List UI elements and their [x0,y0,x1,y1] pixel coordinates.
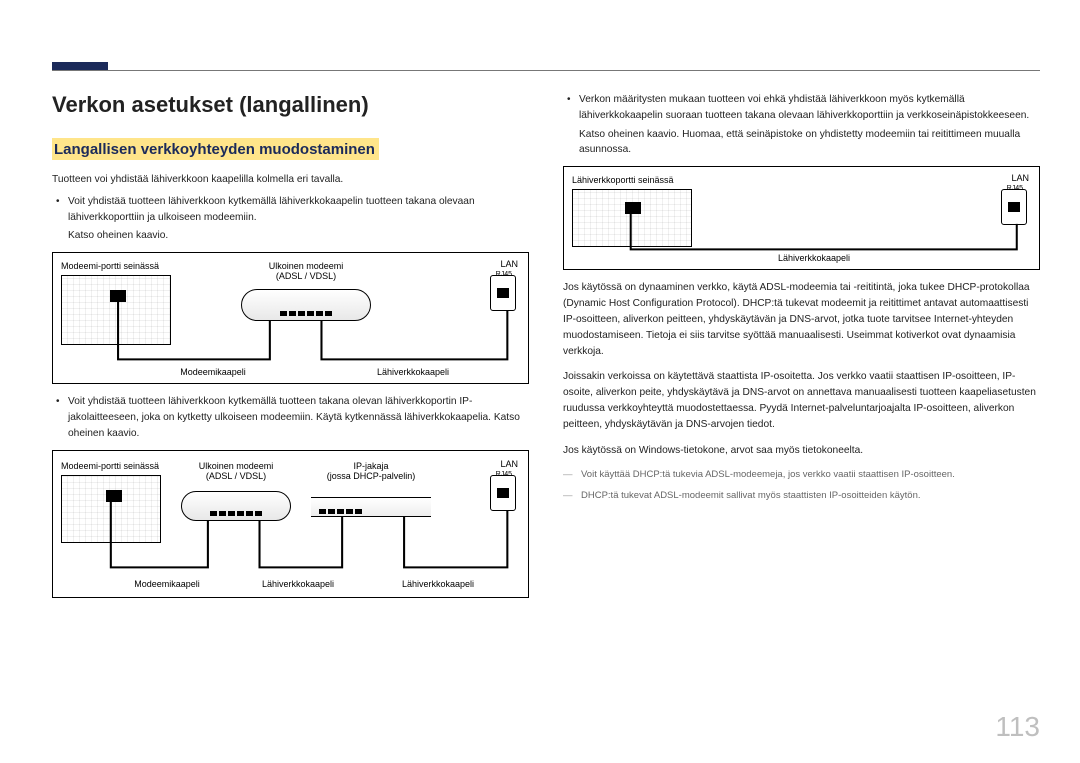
bullet-list-right: Verkon määritysten mukaan tuotteen voi e… [563,92,1040,158]
lan-label: LAN [500,259,518,269]
content-area: Verkon asetukset (langallinen) Langallis… [52,92,1040,608]
bullet-list-left-1: Voit yhdistää tuotteen lähiverkkoon kytk… [52,194,529,244]
modem-label-bottom: (ADSL / VDSL) [206,471,266,481]
router-icon [311,497,431,517]
cable-label-1: Modeemikaapeli [163,367,263,377]
modem-ports-icon [280,311,332,316]
body-paragraph: Jos käytössä on Windows-tietokone, arvot… [563,443,1040,459]
rj45-label: RJ45 [496,271,512,278]
router-label: IP-jakaja (jossa DHCP-palvelin) [311,461,431,481]
wall-label: Modeemi-portti seinässä [61,261,159,271]
intro-text: Tuotteen voi yhdistää lähiverkkoon kaape… [52,172,529,188]
diagram-1: Modeemi-portti seinässä Ulkoinen modeemi… [52,252,529,384]
modem-label: Ulkoinen modeemi (ADSL / VDSL) [181,461,291,481]
router-label-top: IP-jakaja [353,461,388,471]
list-item: Voit yhdistää tuotteen lähiverkkoon kytk… [68,394,529,441]
modem-icon [241,289,371,321]
lan-jack-icon [490,275,516,311]
rj45-label: RJ45 [496,471,512,478]
dash-notes: Voit käyttää DHCP:tä tukevia ADSL-modeem… [563,468,1040,503]
rj45-plug-icon [497,488,509,498]
wall-port-icon [625,202,641,214]
bullet-subtext: Katso oheinen kaavio. [68,228,529,244]
body-paragraph: Jos käytössä on dynaaminen verkko, käytä… [563,280,1040,359]
wall-label: Lähiverkkoportti seinässä [572,175,674,185]
lan-jack-icon [490,475,516,511]
section-heading: Langallisen verkkoyhteyden muodostaminen [52,138,379,160]
bullet-subtext: Katso oheinen kaavio. Huomaa, että seinä… [579,127,1040,159]
header-accent [52,62,108,70]
header-rule [52,70,1040,71]
bullet-text: Voit yhdistää tuotteen lähiverkkoon kytk… [68,196,475,223]
lan-jack-icon [1001,189,1027,225]
wall-panel [572,189,692,247]
list-item: Verkon määritysten mukaan tuotteen voi e… [579,92,1040,158]
page-number: 113 [995,711,1040,743]
diagram-2: Modeemi-portti seinässä Ulkoinen modeemi… [52,450,529,598]
modem-label-top: Ulkoinen modeemi [269,261,344,271]
wall-port-icon [106,490,122,502]
right-column: Verkon määritysten mukaan tuotteen voi e… [563,92,1040,608]
cable-label-1: Lähiverkkokaapeli [744,253,884,263]
left-column: Verkon asetukset (langallinen) Langallis… [52,92,529,608]
wall-label: Modeemi-portti seinässä [61,461,159,471]
modem-ports-icon [210,511,262,516]
wall-port-icon [110,290,126,302]
lan-label: LAN [1011,173,1029,183]
dash-note-item: DHCP:tä tukevat ADSL-modeemit sallivat m… [563,489,1040,503]
modem-icon [181,491,291,521]
rj45-label: RJ45 [1007,185,1023,192]
page-title: Verkon asetukset (langallinen) [52,92,529,118]
cable-label-3: Lähiverkkokaapeli [383,579,493,589]
cable-label-1: Modeemikaapeli [117,579,217,589]
list-item: Voit yhdistää tuotteen lähiverkkoon kytk… [68,194,529,244]
rj45-plug-icon [1008,202,1020,212]
rj45-plug-icon [497,288,509,298]
cable-label-2: Lähiverkkokaapeli [353,367,473,377]
body-paragraph: Joissakin verkoissa on käytettävä staatt… [563,369,1040,432]
modem-label-top: Ulkoinen modeemi [199,461,274,471]
cable-label-2: Lähiverkkokaapeli [243,579,353,589]
wall-panel [61,475,161,543]
dash-note-item: Voit käyttää DHCP:tä tukevia ADSL-modeem… [563,468,1040,482]
diagram-3: Lähiverkkoportti seinässä LAN RJ45 Lähiv… [563,166,1040,270]
modem-label-bottom: (ADSL / VDSL) [276,271,336,281]
bullet-list-left-2: Voit yhdistää tuotteen lähiverkkoon kytk… [52,394,529,441]
modem-label: Ulkoinen modeemi (ADSL / VDSL) [241,261,371,281]
bullet-text: Voit yhdistää tuotteen lähiverkkoon kytk… [68,396,520,439]
lan-label: LAN [500,459,518,469]
wall-panel [61,275,171,345]
router-label-bottom: (jossa DHCP-palvelin) [327,471,416,481]
router-ports-icon [319,509,362,514]
bullet-text: Verkon määritysten mukaan tuotteen voi e… [579,94,1029,121]
